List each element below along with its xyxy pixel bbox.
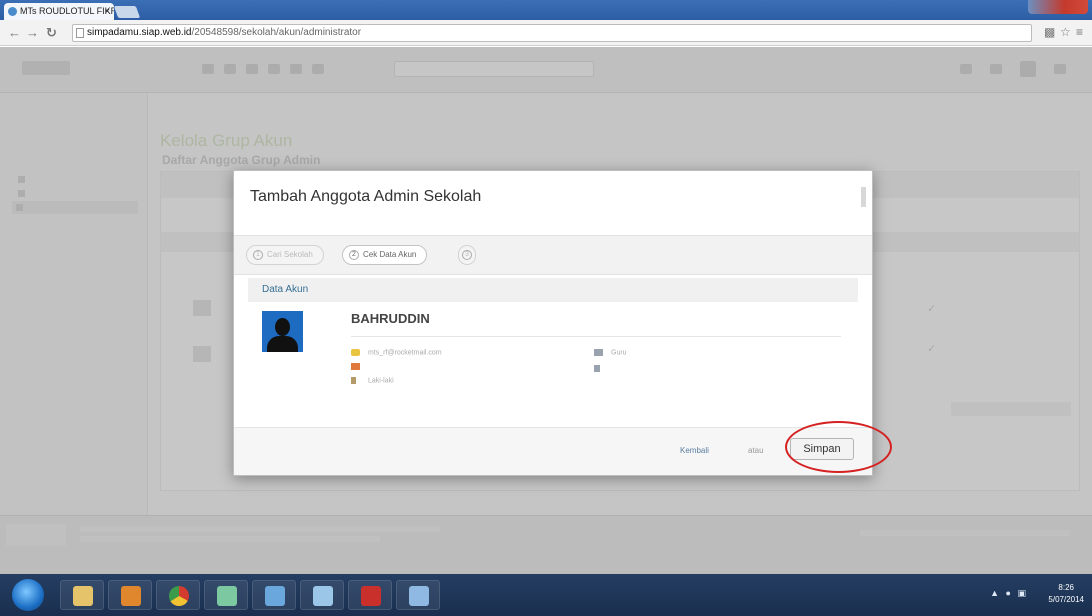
url-path: /20548598/sekolah/akun/administrator xyxy=(191,27,362,38)
favicon-icon xyxy=(8,7,17,16)
taskbar-app-6[interactable] xyxy=(300,580,344,610)
phone-icon xyxy=(594,365,600,372)
address-bar[interactable]: simpadamu.siap.web.id/20548598/sekolah/a… xyxy=(72,24,1032,42)
system-tray[interactable]: ▲ ● ▣ xyxy=(990,588,1028,599)
taskbar-clock[interactable]: 8:26 5/07/2014 xyxy=(1048,582,1084,606)
step-3[interactable]: 3 xyxy=(458,245,476,265)
clock-date: 5/07/2014 xyxy=(1048,595,1084,604)
user-email-row: mts_rf@rocketmail.com xyxy=(351,349,442,356)
step-1-search-school[interactable]: 1 Cari Sekolah xyxy=(246,245,324,265)
dialog-title: Tambah Anggota Admin Sekolah xyxy=(250,188,482,205)
role-icon xyxy=(594,349,603,356)
tab-close-icon[interactable]: × xyxy=(105,3,110,20)
section-title: Data Akun xyxy=(248,278,858,302)
gender-icon xyxy=(351,377,356,384)
taskbar-explorer[interactable] xyxy=(60,580,104,610)
mail-icon xyxy=(351,349,360,356)
taskbar-app-8[interactable] xyxy=(396,580,440,610)
or-text: atau xyxy=(748,446,764,455)
back-link[interactable]: Kembali xyxy=(680,446,709,455)
clock-time: 8:26 xyxy=(1058,583,1074,592)
menu-icon[interactable]: ≡ xyxy=(1076,25,1083,39)
user-role-row: Guru xyxy=(594,349,627,356)
window-controls[interactable] xyxy=(1028,0,1088,14)
divider xyxy=(351,336,841,337)
reload-icon[interactable]: ↻ xyxy=(46,25,57,41)
user-gender-row: Laki-laki xyxy=(351,377,394,384)
bookmark-star-icon[interactable]: ☆ xyxy=(1060,25,1071,39)
forward-arrow-icon[interactable]: → xyxy=(26,25,39,40)
user-id-row xyxy=(351,363,368,370)
back-arrow-icon[interactable]: ← xyxy=(8,25,21,40)
step-label: Cari Sekolah xyxy=(267,250,313,259)
save-button[interactable]: Simpan xyxy=(790,438,854,460)
start-button[interactable] xyxy=(12,579,44,611)
add-admin-dialog: Tambah Anggota Admin Sekolah 1 Cari Seko… xyxy=(233,170,873,476)
taskbar-chrome[interactable] xyxy=(156,580,200,610)
dialog-scroll-handle[interactable] xyxy=(861,187,866,207)
taskbar-media[interactable] xyxy=(108,580,152,610)
taskbar: ▲ ● ▣ 8:26 5/07/2014 xyxy=(0,574,1092,616)
tab-title: MTs ROUDLOTUL FIKRAH xyxy=(20,6,114,16)
browser-tabstrip: MTs ROUDLOTUL FIKRAH × xyxy=(0,0,1092,20)
user-phone-row xyxy=(594,365,608,372)
taskbar-app-4[interactable] xyxy=(204,580,248,610)
taskbar-app-5[interactable] xyxy=(252,580,296,610)
user-avatar xyxy=(262,311,303,352)
new-tab-button[interactable] xyxy=(113,6,141,18)
url-host: simpadamu.siap.web.id xyxy=(87,27,192,38)
wizard-steps: 1 Cari Sekolah 2 Cek Data Akun 3 xyxy=(234,235,872,275)
user-name: BAHRUDDIN xyxy=(351,311,430,326)
id-card-icon xyxy=(351,363,360,370)
translate-icon[interactable]: ▩ xyxy=(1044,25,1055,39)
taskbar-acrobat[interactable] xyxy=(348,580,392,610)
browser-tab[interactable]: MTs ROUDLOTUL FIKRAH × xyxy=(4,3,114,20)
user-gender: Laki-laki xyxy=(368,377,394,385)
user-email: mts_rf@rocketmail.com xyxy=(368,349,442,357)
browser-toolbar: ← → ↻ simpadamu.siap.web.id/20548598/sek… xyxy=(0,20,1092,46)
dialog-footer: Kembali atau Simpan xyxy=(234,427,872,475)
page-icon xyxy=(76,28,84,38)
user-role: Guru xyxy=(611,349,627,357)
step-2-check-account[interactable]: 2 Cek Data Akun xyxy=(342,245,428,265)
step-label: Cek Data Akun xyxy=(363,250,417,259)
